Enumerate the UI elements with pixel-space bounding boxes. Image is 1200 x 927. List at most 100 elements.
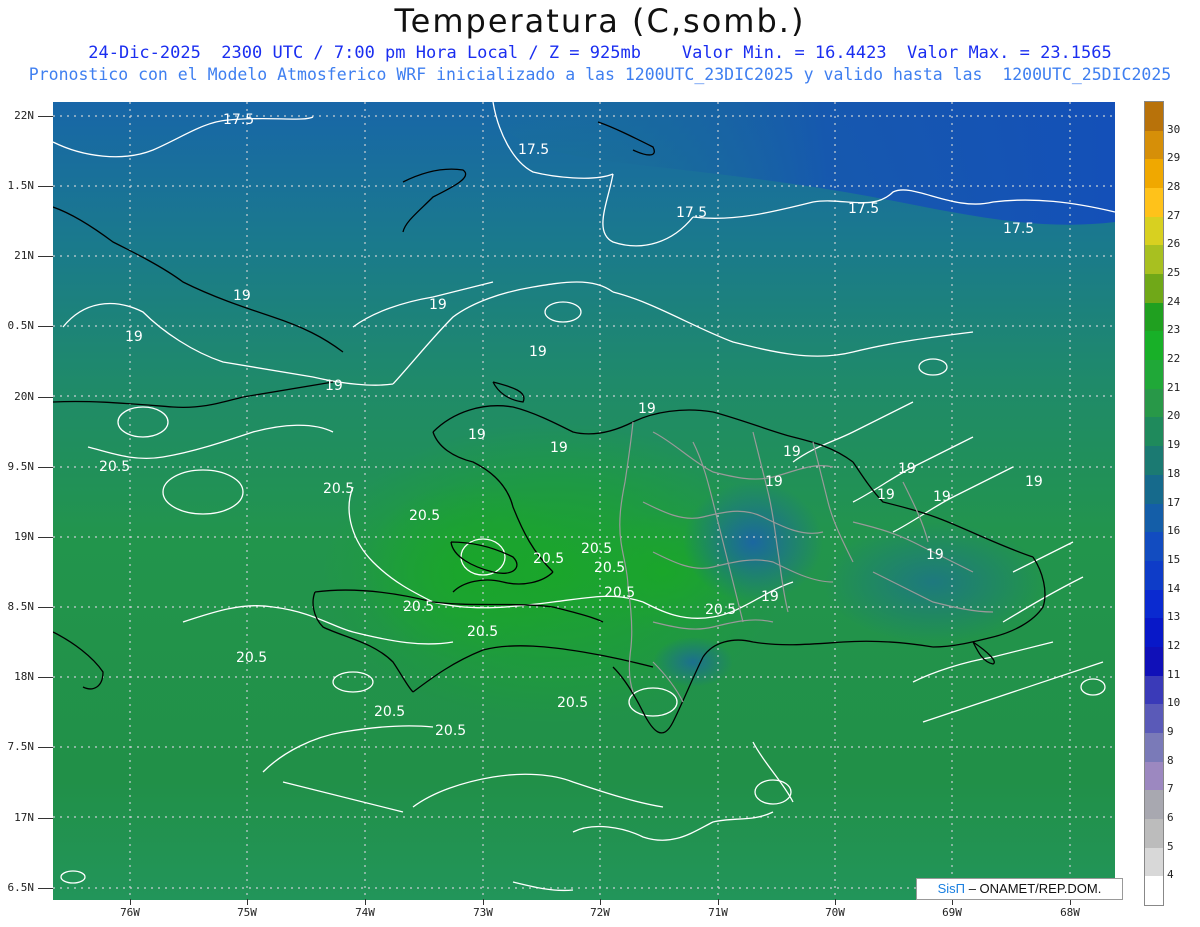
color-scale-label: 26 [1167, 237, 1181, 251]
lon-label: 75W [237, 906, 257, 919]
color-scale-swatch [1145, 302, 1163, 332]
contour-label: 20.5 [323, 481, 354, 497]
color-scale-legend [1144, 101, 1164, 906]
contour-label: 19 [325, 378, 343, 394]
contour-label: 20.5 [467, 624, 498, 640]
lon-label: 74W [355, 906, 375, 919]
color-scale-swatch [1145, 245, 1163, 275]
color-scale-label: 24 [1167, 294, 1181, 308]
contour-label: 20.5 [581, 541, 612, 557]
color-scale-swatch [1145, 761, 1163, 791]
color-scale-label: 17 [1167, 495, 1181, 509]
contour-label: 19 [125, 329, 143, 345]
contour-label: 19 [783, 444, 801, 460]
lat-label: 7.5N [7, 740, 35, 753]
color-scale-label: 23 [1167, 323, 1181, 337]
credit-text: – ONAMET/REP.DOM. [965, 881, 1102, 896]
color-scale-swatch [1145, 216, 1163, 246]
color-scale-swatch [1145, 188, 1163, 218]
contour-label: 19 [233, 288, 251, 304]
color-scale-swatch [1145, 847, 1163, 877]
contour-label: 20.5 [604, 585, 635, 601]
color-scale-label: 21 [1167, 380, 1181, 394]
contour-label: 19 [926, 547, 944, 563]
color-scale-swatch [1145, 618, 1163, 648]
lon-label: 71W [708, 906, 728, 919]
color-scale-swatch [1145, 159, 1163, 189]
model-run-subtitle: Pronostico con el Modelo Atmosferico WRF… [28, 65, 1172, 84]
lat-label: 19N [14, 530, 34, 543]
color-scale-swatch [1145, 446, 1163, 476]
color-scale-label: 8 [1167, 753, 1174, 767]
contour-label: 17.5 [676, 205, 707, 221]
color-scale-label: 20 [1167, 409, 1181, 423]
lat-label: 8.5N [7, 600, 35, 613]
color-scale-swatch [1145, 102, 1163, 132]
color-scale-swatch [1145, 532, 1163, 562]
contour-label: 20.5 [435, 723, 466, 739]
contour-label: 19 [933, 489, 951, 505]
credit-box: SisΠ – ONAMET/REP.DOM. [916, 878, 1123, 900]
contour-label: 20.5 [403, 599, 434, 615]
contour-label: 20.5 [705, 602, 736, 618]
color-scale-label: 29 [1167, 151, 1181, 165]
color-scale-label: 6 [1167, 810, 1174, 824]
contour-label: 19 [877, 487, 895, 503]
lon-label: 70W [825, 906, 845, 919]
color-scale-swatch [1145, 331, 1163, 361]
color-scale-swatch [1145, 704, 1163, 734]
contour-label: 19 [898, 461, 916, 477]
color-scale-swatch [1145, 417, 1163, 447]
contour-label: 20.5 [236, 650, 267, 666]
color-scale-swatch [1145, 876, 1163, 906]
color-scale-label: 14 [1167, 581, 1181, 595]
lat-label: 1.5N [7, 179, 35, 192]
lat-label: 6.5N [7, 881, 35, 894]
color-scale-swatch [1145, 274, 1163, 304]
contour-label: 17.5 [1003, 221, 1034, 237]
contour-label: 20.5 [409, 508, 440, 524]
contour-label: 19 [638, 401, 656, 417]
color-scale-label: 12 [1167, 638, 1181, 652]
contour-label: 19 [429, 297, 447, 313]
color-scale-label: 13 [1167, 610, 1181, 624]
contour-label: 17.5 [848, 201, 879, 217]
contour-label: 19 [1025, 474, 1043, 490]
lat-label: 21N [14, 249, 34, 262]
contour-label: 20.5 [374, 704, 405, 720]
color-scale-label: 18 [1167, 466, 1181, 480]
lon-label: 73W [473, 906, 493, 919]
color-scale-swatch [1145, 360, 1163, 390]
color-scale-swatch [1145, 732, 1163, 763]
color-scale-label: 15 [1167, 552, 1181, 566]
color-scale-label: 30 [1167, 122, 1181, 136]
color-scale-label: 19 [1167, 438, 1181, 452]
lat-label: 18N [14, 670, 34, 683]
color-scale-swatch [1145, 130, 1163, 160]
color-scale-label: 11 [1167, 667, 1181, 681]
contour-label: 19 [550, 440, 568, 456]
color-scale-label: 27 [1167, 208, 1181, 222]
color-scale-swatch [1145, 474, 1163, 504]
color-scale-label: 10 [1167, 696, 1181, 710]
lon-label: 68W [1060, 906, 1080, 919]
contour-label: 17.5 [223, 112, 254, 128]
lat-label: 17N [14, 811, 34, 824]
map-title: Temperatura (C,somb.) [394, 2, 806, 40]
sispi-logo: SisΠ [937, 881, 966, 896]
lon-label: 69W [942, 906, 962, 919]
contour-label: 19 [765, 474, 783, 490]
color-scale-swatch [1145, 589, 1163, 619]
contour-label: 20.5 [594, 560, 625, 576]
color-scale-label: 9 [1167, 724, 1174, 738]
color-scale-swatch [1145, 503, 1163, 533]
contour-label: 19 [761, 589, 779, 605]
color-scale-label: 22 [1167, 352, 1181, 366]
lat-label: 0.5N [7, 319, 35, 332]
lat-label: 20N [14, 390, 34, 403]
lat-label: 22N [14, 109, 34, 122]
color-scale-label: 25 [1167, 266, 1181, 280]
color-scale-swatch [1145, 388, 1163, 418]
color-scale-swatch [1145, 790, 1163, 820]
color-scale-label: 4 [1167, 868, 1174, 882]
